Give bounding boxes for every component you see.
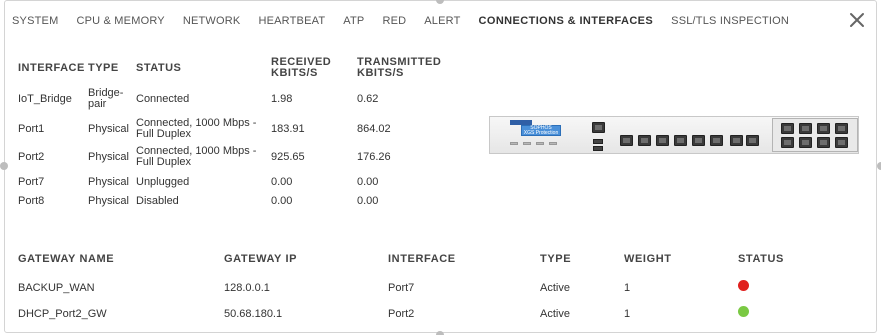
interface-received: 0.00 bbox=[271, 176, 293, 188]
interface-transmitted: 864.02 bbox=[357, 123, 391, 135]
gateway-ip: 128.0.0.1 bbox=[224, 282, 270, 294]
usb-port bbox=[593, 139, 603, 144]
col-header-received: RECEIVED KBITS/S bbox=[271, 56, 332, 79]
interface-type: Physical bbox=[88, 176, 129, 188]
module-port bbox=[835, 123, 848, 134]
module-port bbox=[781, 123, 794, 134]
appliance-lcd-screen: SOPHOS XGS Protection bbox=[521, 125, 561, 136]
module-port bbox=[799, 137, 812, 148]
module-port bbox=[835, 137, 848, 148]
bottom-edge-handle bbox=[436, 331, 444, 335]
ethernet-port bbox=[638, 135, 651, 146]
interface-transmitted: 0.00 bbox=[357, 176, 379, 188]
expansion-module bbox=[772, 118, 858, 152]
interface-status: Connected, 1000 Mbps - Full Duplex bbox=[136, 117, 257, 140]
ethernet-port bbox=[692, 135, 705, 146]
gateway-type: Active bbox=[540, 308, 570, 320]
gateway-ip: 50.68.180.1 bbox=[224, 308, 283, 320]
gateway-interface: Port2 bbox=[388, 308, 415, 320]
interface-received: 925.65 bbox=[271, 151, 305, 163]
sfp-port bbox=[730, 135, 743, 146]
gateway-name: BACKUP_WAN bbox=[18, 282, 95, 294]
col-header-transmitted: TRANSMITTED KBITS/S bbox=[357, 56, 442, 79]
interface-status: Connected, 1000 Mbps - Full Duplex bbox=[136, 145, 257, 168]
module-port bbox=[781, 137, 794, 148]
interface-status: Connected bbox=[136, 93, 190, 105]
ethernet-port bbox=[674, 135, 687, 146]
col-header-gateway-name: GATEWAY NAME bbox=[18, 253, 115, 265]
interface-received: 0.00 bbox=[271, 195, 293, 207]
interface-type: Physical bbox=[88, 195, 129, 207]
tab-atp[interactable]: ATP bbox=[343, 14, 364, 28]
tab-alert[interactable]: ALERT bbox=[424, 14, 460, 28]
module-port bbox=[817, 137, 830, 148]
interface-received: 183.91 bbox=[271, 123, 305, 135]
front-button bbox=[549, 142, 557, 145]
left-edge-handle bbox=[0, 162, 8, 170]
tab-bar: SYSTEM CPU & MEMORY NETWORK HEARTBEAT AT… bbox=[12, 14, 789, 28]
interface-name: Port8 bbox=[18, 195, 45, 207]
front-button bbox=[536, 142, 544, 145]
module-port bbox=[817, 123, 830, 134]
front-button bbox=[523, 142, 531, 145]
col-header-gateway-interface: INTERFACE bbox=[388, 253, 456, 265]
right-edge-handle bbox=[877, 162, 881, 170]
interface-type: Bridge-pair bbox=[88, 87, 124, 110]
gateway-interface: Port7 bbox=[388, 282, 415, 294]
tab-network[interactable]: NETWORK bbox=[183, 14, 241, 28]
tab-system[interactable]: SYSTEM bbox=[12, 14, 58, 28]
col-header-interface: INTERFACE bbox=[18, 62, 85, 74]
usb-port bbox=[593, 146, 603, 151]
interface-name: Port2 bbox=[18, 151, 45, 163]
interface-status: Unplugged bbox=[136, 176, 190, 188]
appliance-image: SOPHOS XGS Protection bbox=[489, 116, 859, 154]
interface-transmitted: 0.62 bbox=[357, 93, 379, 105]
tab-heartbeat[interactable]: HEARTBEAT bbox=[258, 14, 325, 28]
gateway-status-dot bbox=[738, 306, 749, 317]
tab-cpu-memory[interactable]: CPU & MEMORY bbox=[76, 14, 164, 28]
module-port bbox=[799, 123, 812, 134]
interface-status: Disabled bbox=[136, 195, 179, 207]
close-button[interactable] bbox=[848, 11, 866, 29]
ethernet-port bbox=[656, 135, 669, 146]
front-button bbox=[510, 142, 518, 145]
col-header-type: TYPE bbox=[88, 62, 119, 74]
tab-red[interactable]: RED bbox=[382, 14, 406, 28]
interface-transmitted: 0.00 bbox=[357, 195, 379, 207]
interface-received: 1.98 bbox=[271, 93, 293, 105]
col-header-gateway-ip: GATEWAY IP bbox=[224, 253, 298, 265]
close-icon bbox=[850, 13, 864, 27]
col-header-gateway-type: TYPE bbox=[540, 253, 572, 265]
interface-name: IoT_Bridge bbox=[18, 93, 72, 105]
ethernet-port bbox=[710, 135, 723, 146]
gateway-type: Active bbox=[540, 282, 570, 294]
interface-name: Port1 bbox=[18, 123, 45, 135]
col-header-gateway-status: STATUS bbox=[738, 253, 784, 265]
interface-transmitted: 176.26 bbox=[357, 151, 391, 163]
col-header-status: STATUS bbox=[136, 62, 182, 74]
gateway-status-dot bbox=[738, 280, 749, 291]
tab-ssl-tls-inspection[interactable]: SSL/TLS INSPECTION bbox=[671, 14, 789, 28]
lcd-screen-text: XGS Protection bbox=[523, 130, 559, 136]
tab-connections-interfaces[interactable]: CONNECTIONS & INTERFACES bbox=[479, 14, 654, 28]
interface-type: Physical bbox=[88, 123, 129, 135]
col-header-gateway-weight: WEIGHT bbox=[624, 253, 672, 265]
interface-name: Port7 bbox=[18, 176, 45, 188]
ethernet-port bbox=[620, 135, 633, 146]
sfp-port bbox=[746, 135, 759, 146]
gateway-weight: 1 bbox=[624, 308, 631, 320]
interface-type: Physical bbox=[88, 151, 129, 163]
console-port bbox=[592, 122, 605, 133]
gateway-name: DHCP_Port2_GW bbox=[18, 308, 107, 320]
gateway-weight: 1 bbox=[624, 282, 631, 294]
